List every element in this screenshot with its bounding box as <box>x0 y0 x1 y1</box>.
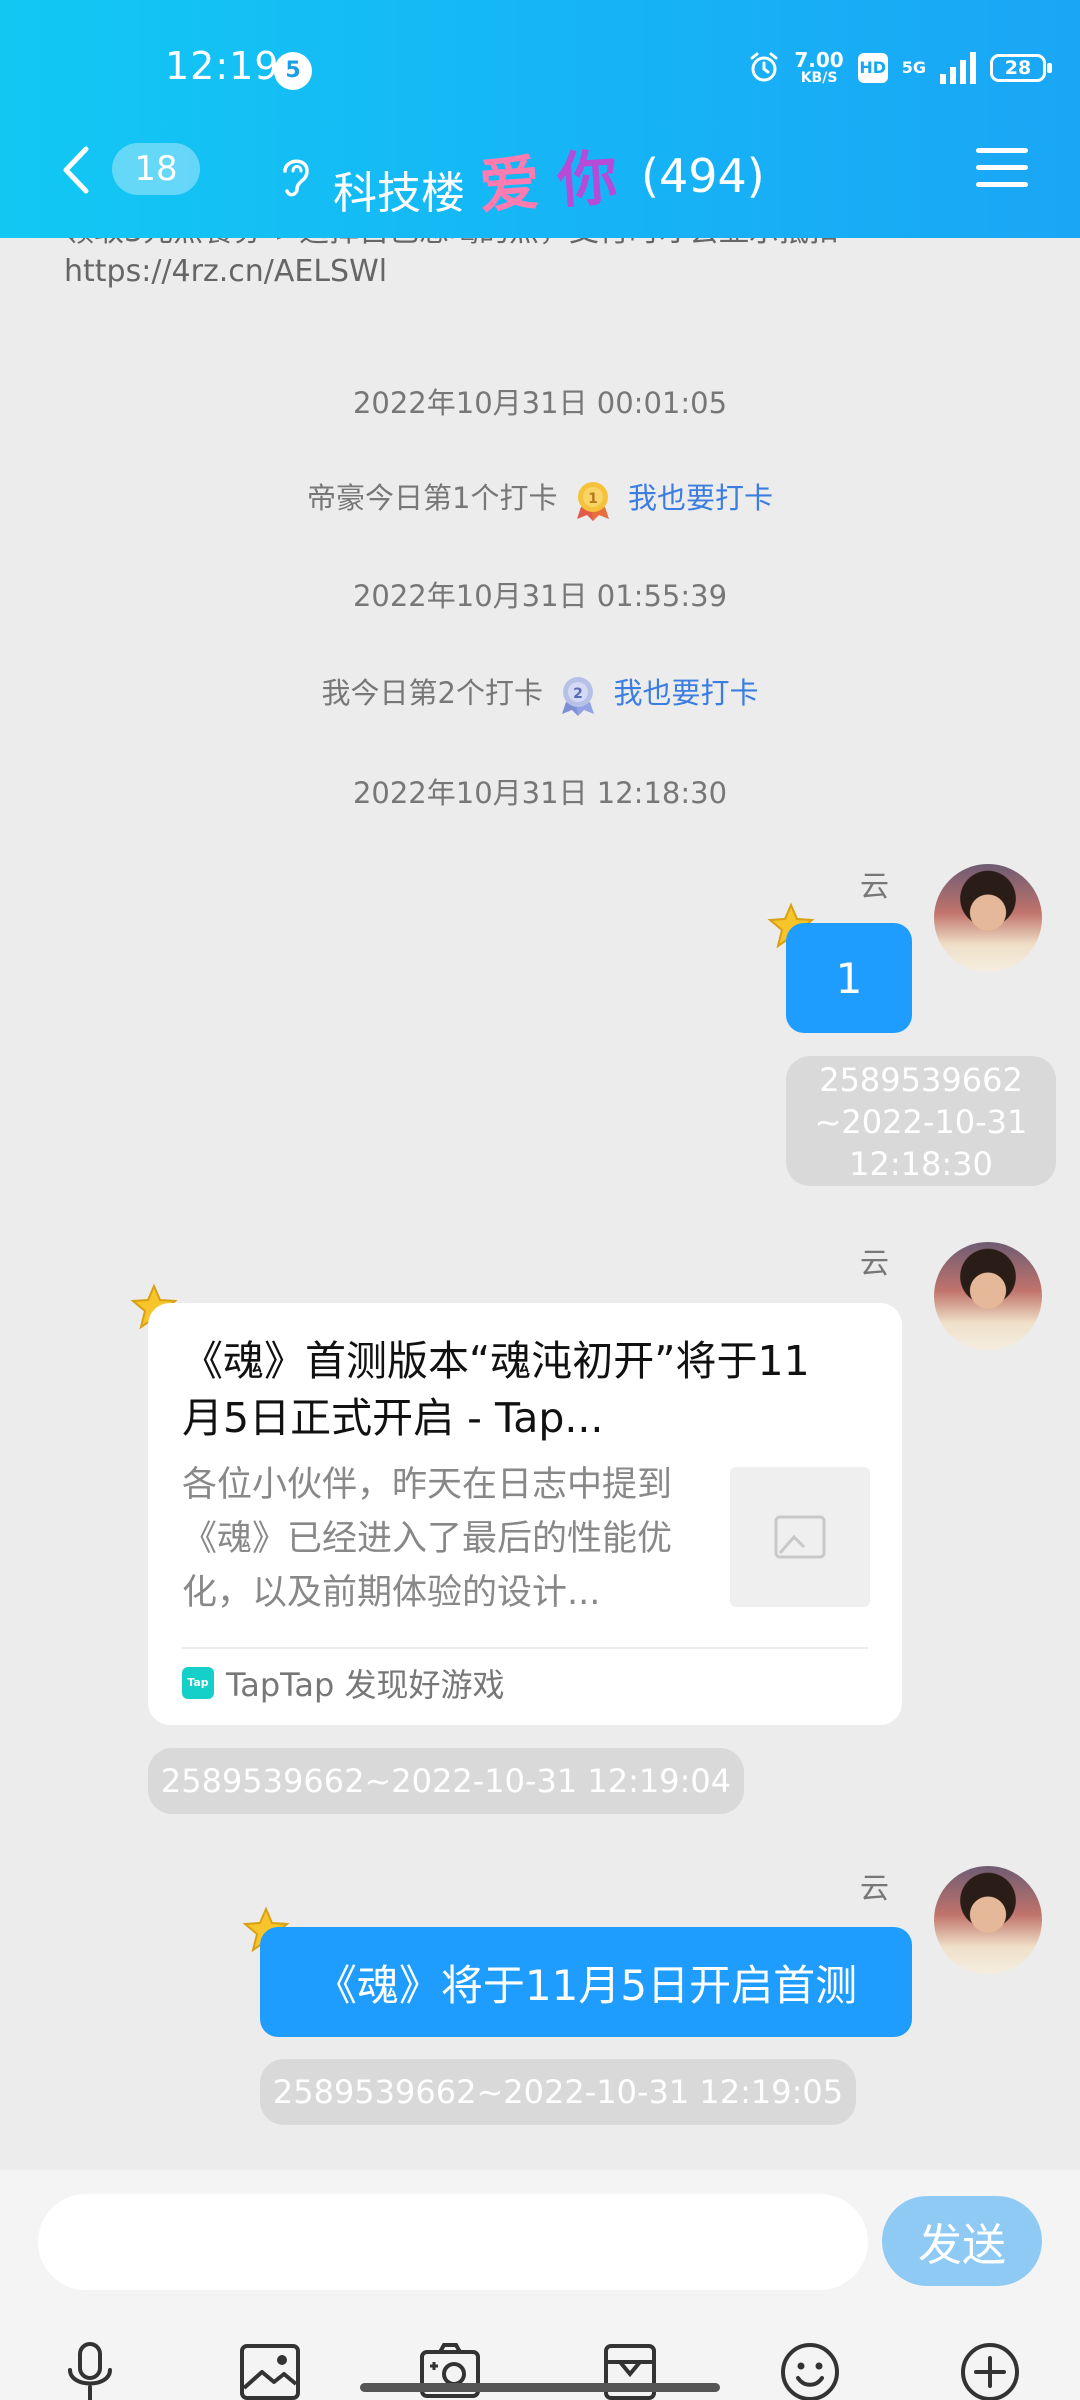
card-title: 《魂》首测版本“魂沌初开”将于11月5日正式开启 - Tap... <box>182 1337 810 1442</box>
link-card[interactable]: 《魂》首测版本“魂沌初开”将于11月5日正式开启 - Tap... 各位小伙伴，… <box>148 1303 902 1725</box>
checkin-text: 帝豪今日第1个打卡 <box>307 481 558 515</box>
unread-count-badge[interactable]: 18 <box>112 143 200 195</box>
microphone-icon[interactable] <box>58 2340 122 2400</box>
checkin-link[interactable]: 我也要打卡 <box>613 676 758 710</box>
emoji-icon[interactable] <box>778 2340 842 2400</box>
group-name: 科技楼 <box>333 168 465 219</box>
back-arrow-icon[interactable] <box>56 145 96 195</box>
taptap-logo: Tap <box>182 1667 214 1699</box>
gold-medal-icon: 1 <box>576 482 609 521</box>
card-description: 各位小伙伴，昨天在日志中提到《魂》已经进入了最后的性能优化，以及前期体验的设计.… <box>182 1465 673 1613</box>
timestamp: 2022年10月31日 00:01:05 <box>352 386 728 420</box>
status-icons: 7.00 KB/S HD 5G 28 <box>748 44 1052 92</box>
card-source-label: TapTap 发现好游戏 <box>226 1666 505 1704</box>
member-count: (494) <box>641 149 765 203</box>
message-bubble[interactable]: 1 <box>786 923 912 1033</box>
hd-badge: HD <box>857 53 888 83</box>
avatar[interactable] <box>934 1242 1042 1350</box>
silver-medal-icon: 2 <box>562 677 595 716</box>
svg-text:2: 2 <box>573 686 583 702</box>
checkin-link[interactable]: 我也要打卡 <box>628 481 773 515</box>
card-divider <box>182 1647 868 1649</box>
network-speed: 7.00 KB/S <box>794 48 844 86</box>
group-title[interactable]: 科技楼 爱你 (494) <box>275 136 765 222</box>
message-tail: 2589539662~2022-10-31 12:19:04 <box>148 1748 744 1814</box>
checkin-notice: 帝豪今日第1个打卡 1 我也要打卡 <box>0 475 1080 521</box>
svg-text:1: 1 <box>588 491 598 507</box>
sender-name: 云 <box>860 1246 890 1280</box>
chat-header: 12:19 5 7.00 KB/S HD 5G 28 18 科技楼 爱你 (49… <box>0 0 1080 238</box>
plus-icon[interactable] <box>958 2340 1022 2400</box>
avatar[interactable] <box>934 1866 1042 1974</box>
alarm-icon <box>750 52 778 82</box>
timestamp: 2022年10月31日 01:55:39 <box>352 579 728 613</box>
message-bubble[interactable]: 《魂》将于11月5日开启首测 <box>260 1927 912 2037</box>
status-time: 12:19 <box>165 44 280 88</box>
message-tail: 2589539662~2022-10-31 12:19:05 <box>260 2059 856 2125</box>
message-input[interactable] <box>38 2194 868 2290</box>
battery-indicator: 28 <box>990 54 1052 82</box>
message-tail: 2589539662 ~2022-10-31 12:18:30 <box>786 1056 1056 1186</box>
signal-icon <box>940 52 976 84</box>
card-source: Tap TapTap 发现好游戏 <box>182 1661 505 1705</box>
checkin-notice: 我今日第2个打卡 2 我也要打卡 <box>0 670 1080 716</box>
input-area: 发送 <box>0 2170 1080 2400</box>
timestamp: 2022年10月31日 12:18:30 <box>352 776 728 810</box>
sender-name: 云 <box>860 1871 890 1905</box>
title-decoration: 爱你 <box>477 141 638 222</box>
menu-icon[interactable] <box>976 146 1028 190</box>
send-button[interactable]: 发送 <box>882 2196 1042 2286</box>
photo-icon[interactable] <box>238 2340 302 2400</box>
network-type: 5G <box>901 58 926 77</box>
avatar[interactable] <box>934 864 1042 972</box>
ear-icon <box>283 159 309 197</box>
image-placeholder-icon <box>774 1515 826 1559</box>
card-thumbnail <box>730 1467 870 1607</box>
sender-name: 云 <box>860 869 890 903</box>
prev-message-link[interactable]: https://4rz.cn/AELSWl <box>64 254 387 289</box>
notification-count-badge: 5 <box>274 52 312 90</box>
checkin-text: 我今日第2个打卡 <box>321 676 543 710</box>
home-indicator[interactable] <box>360 2383 720 2392</box>
